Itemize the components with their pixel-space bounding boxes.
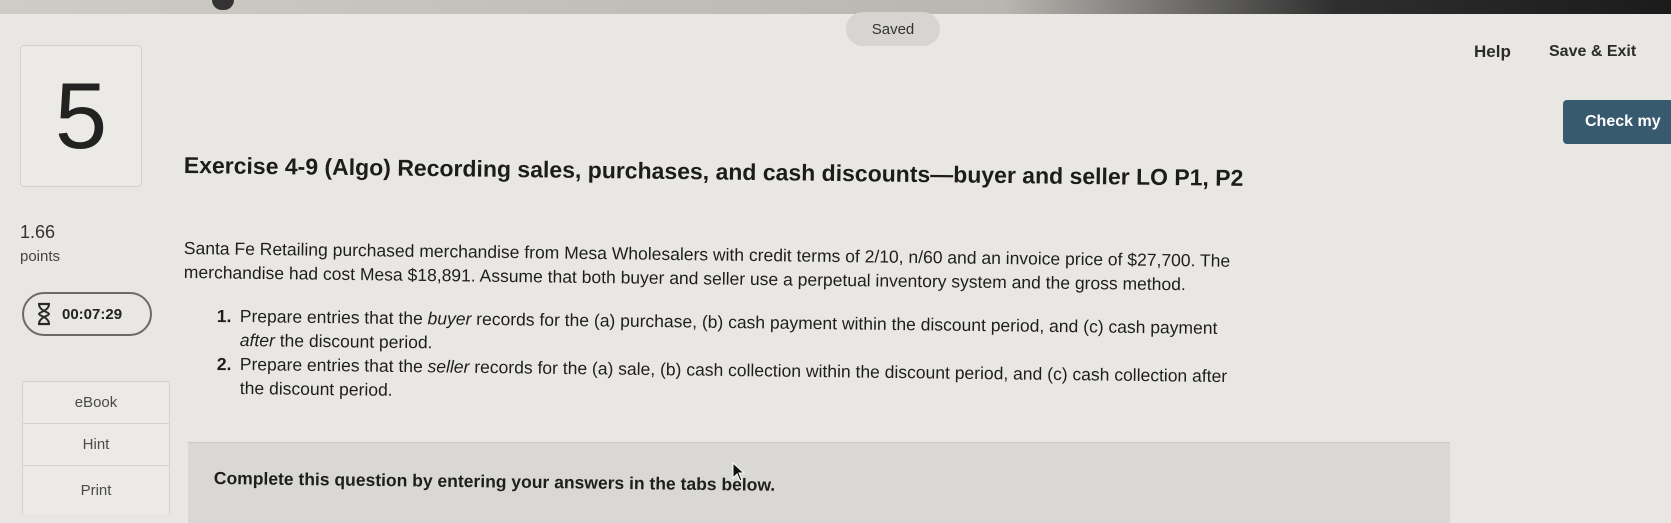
check-my-work-button[interactable]: Check my xyxy=(1563,100,1671,144)
top-bar xyxy=(0,0,1671,14)
task-text: Prepare entries that the xyxy=(239,354,428,377)
save-exit-button[interactable]: Save & Exit xyxy=(1549,43,1636,61)
question-number: 5 xyxy=(54,63,108,168)
task-text: records for the (a) sale, (b) cash colle… xyxy=(469,356,1228,387)
timer[interactable]: 00:07:29 xyxy=(22,292,152,336)
hint-button[interactable]: Hint xyxy=(22,423,170,465)
task-number: 1. xyxy=(216,306,232,327)
task-emphasis: seller xyxy=(427,356,470,377)
mouse-cursor-icon xyxy=(732,461,746,487)
saved-status-label: Saved xyxy=(871,20,915,38)
task-line: after the discount period. xyxy=(240,330,433,353)
points-value: 1.66 xyxy=(20,222,56,242)
hint-label: Hint xyxy=(82,436,110,453)
hourglass-icon xyxy=(36,302,52,326)
check-my-work-label: Check my xyxy=(1585,113,1661,130)
ebook-button[interactable]: eBook xyxy=(22,381,170,423)
help-link[interactable]: Help xyxy=(1474,42,1511,62)
task-text: Prepare entries that the xyxy=(239,306,428,329)
saved-status-badge: Saved xyxy=(846,12,940,46)
task-text: the discount period. xyxy=(274,330,433,353)
task-text: the discount period. xyxy=(239,378,393,400)
task-line: the discount period. xyxy=(240,378,393,401)
question-title: Exercise 4-9 (Algo) Recording sales, pur… xyxy=(183,152,1244,191)
task-emphasis: buyer xyxy=(427,308,472,329)
timer-value: 00:07:29 xyxy=(62,305,123,323)
print-label: Print xyxy=(80,481,112,499)
task-emphasis: after xyxy=(239,330,276,351)
task-number: 2. xyxy=(216,354,232,375)
points-label: points xyxy=(20,248,61,265)
ebook-label: eBook xyxy=(74,394,118,411)
task-text: records for the (a) purchase, (b) cash p… xyxy=(471,308,1218,338)
question-number-box: 5 xyxy=(20,45,142,187)
print-button[interactable]: Print xyxy=(22,465,170,514)
